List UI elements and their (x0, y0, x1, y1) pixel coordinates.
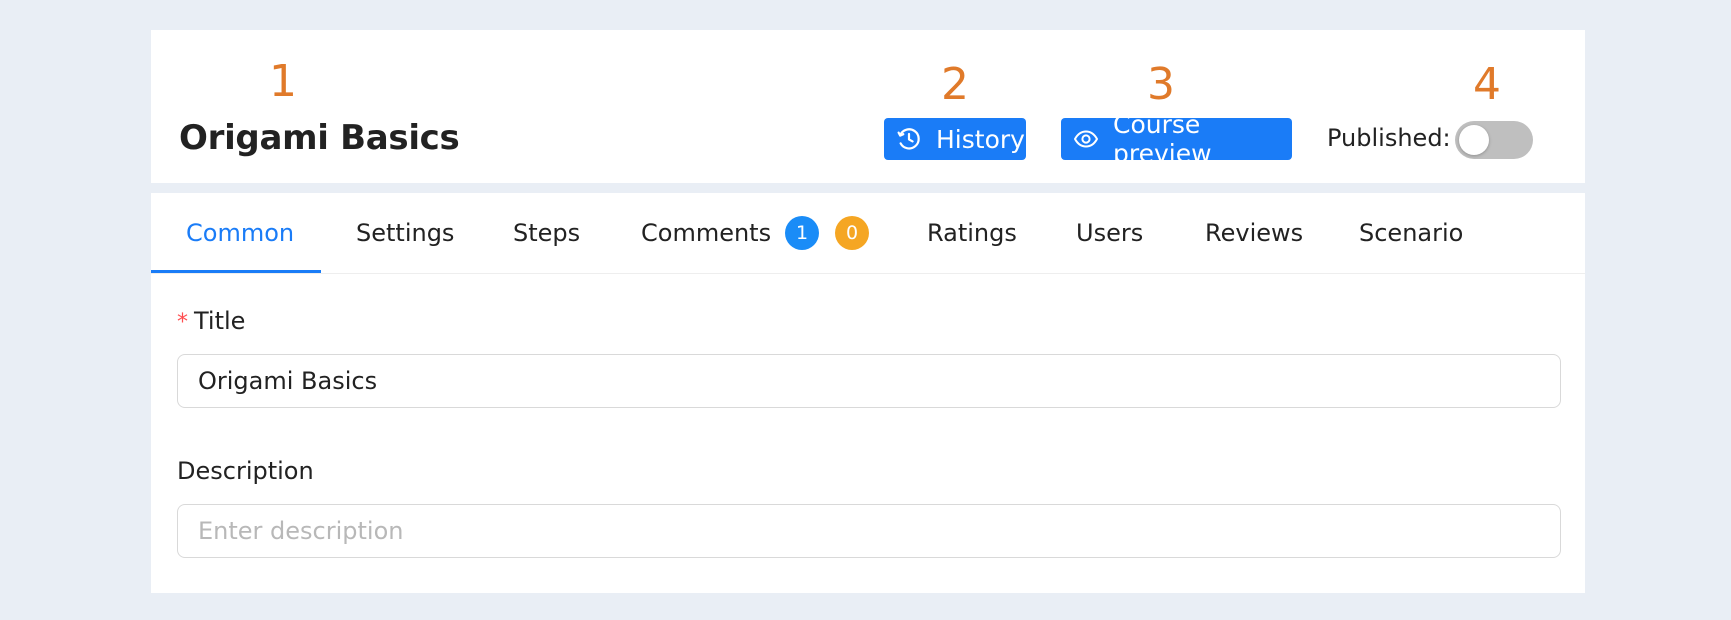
comments-count-badge: 1 (785, 216, 820, 250)
course-editor-panel: Common Settings Steps Comments 1 0 Ratin… (151, 193, 1585, 593)
annotation-marker-2: 2 (941, 59, 969, 110)
tab-ratings-label: Ratings (927, 219, 1017, 247)
page-title: Origami Basics (179, 118, 460, 158)
description-input[interactable] (177, 504, 1561, 558)
tab-steps[interactable]: Steps (513, 193, 580, 273)
comments-pending-badge: 0 (835, 216, 870, 250)
tab-bar: Common Settings Steps Comments 1 0 Ratin… (151, 193, 1585, 274)
tab-common[interactable]: Common (186, 193, 294, 273)
required-asterisk-icon: * (177, 310, 188, 335)
tab-settings[interactable]: Settings (356, 193, 454, 273)
title-label-text: Title (194, 307, 246, 335)
course-preview-button-label: Course preview (1113, 110, 1212, 168)
tab-users[interactable]: Users (1076, 193, 1143, 273)
annotation-marker-3: 3 (1147, 59, 1175, 110)
tab-settings-label: Settings (356, 219, 455, 247)
published-label: Published: (1327, 124, 1451, 152)
tab-reviews-label: Reviews (1205, 219, 1304, 247)
history-clock-icon (896, 126, 922, 152)
active-tab-indicator (151, 270, 321, 273)
history-button-label: History (936, 124, 1025, 154)
annotation-marker-1: 1 (269, 56, 297, 107)
tab-reviews[interactable]: Reviews (1205, 193, 1303, 273)
tab-steps-label: Steps (513, 219, 581, 247)
title-input[interactable] (177, 354, 1561, 408)
annotation-marker-4: 4 (1473, 59, 1501, 110)
history-button[interactable]: History (884, 118, 1026, 160)
course-preview-button[interactable]: Course preview (1061, 110, 1292, 168)
tab-users-label: Users (1076, 219, 1144, 247)
title-field-label: * Title (177, 306, 245, 338)
toggle-knob (1459, 125, 1489, 155)
tab-scenario-label: Scenario (1359, 219, 1464, 247)
tab-ratings[interactable]: Ratings (927, 193, 1017, 273)
tab-comments[interactable]: Comments 1 0 (641, 193, 870, 273)
eye-icon (1073, 126, 1099, 152)
published-toggle[interactable] (1455, 121, 1533, 159)
description-field-label: Description (177, 457, 314, 485)
course-header: 1 2 3 4 Origami Basics History Course pr… (151, 30, 1585, 183)
tab-comments-label: Comments (641, 219, 772, 247)
tab-common-label: Common (186, 219, 295, 247)
tab-scenario[interactable]: Scenario (1359, 193, 1463, 273)
